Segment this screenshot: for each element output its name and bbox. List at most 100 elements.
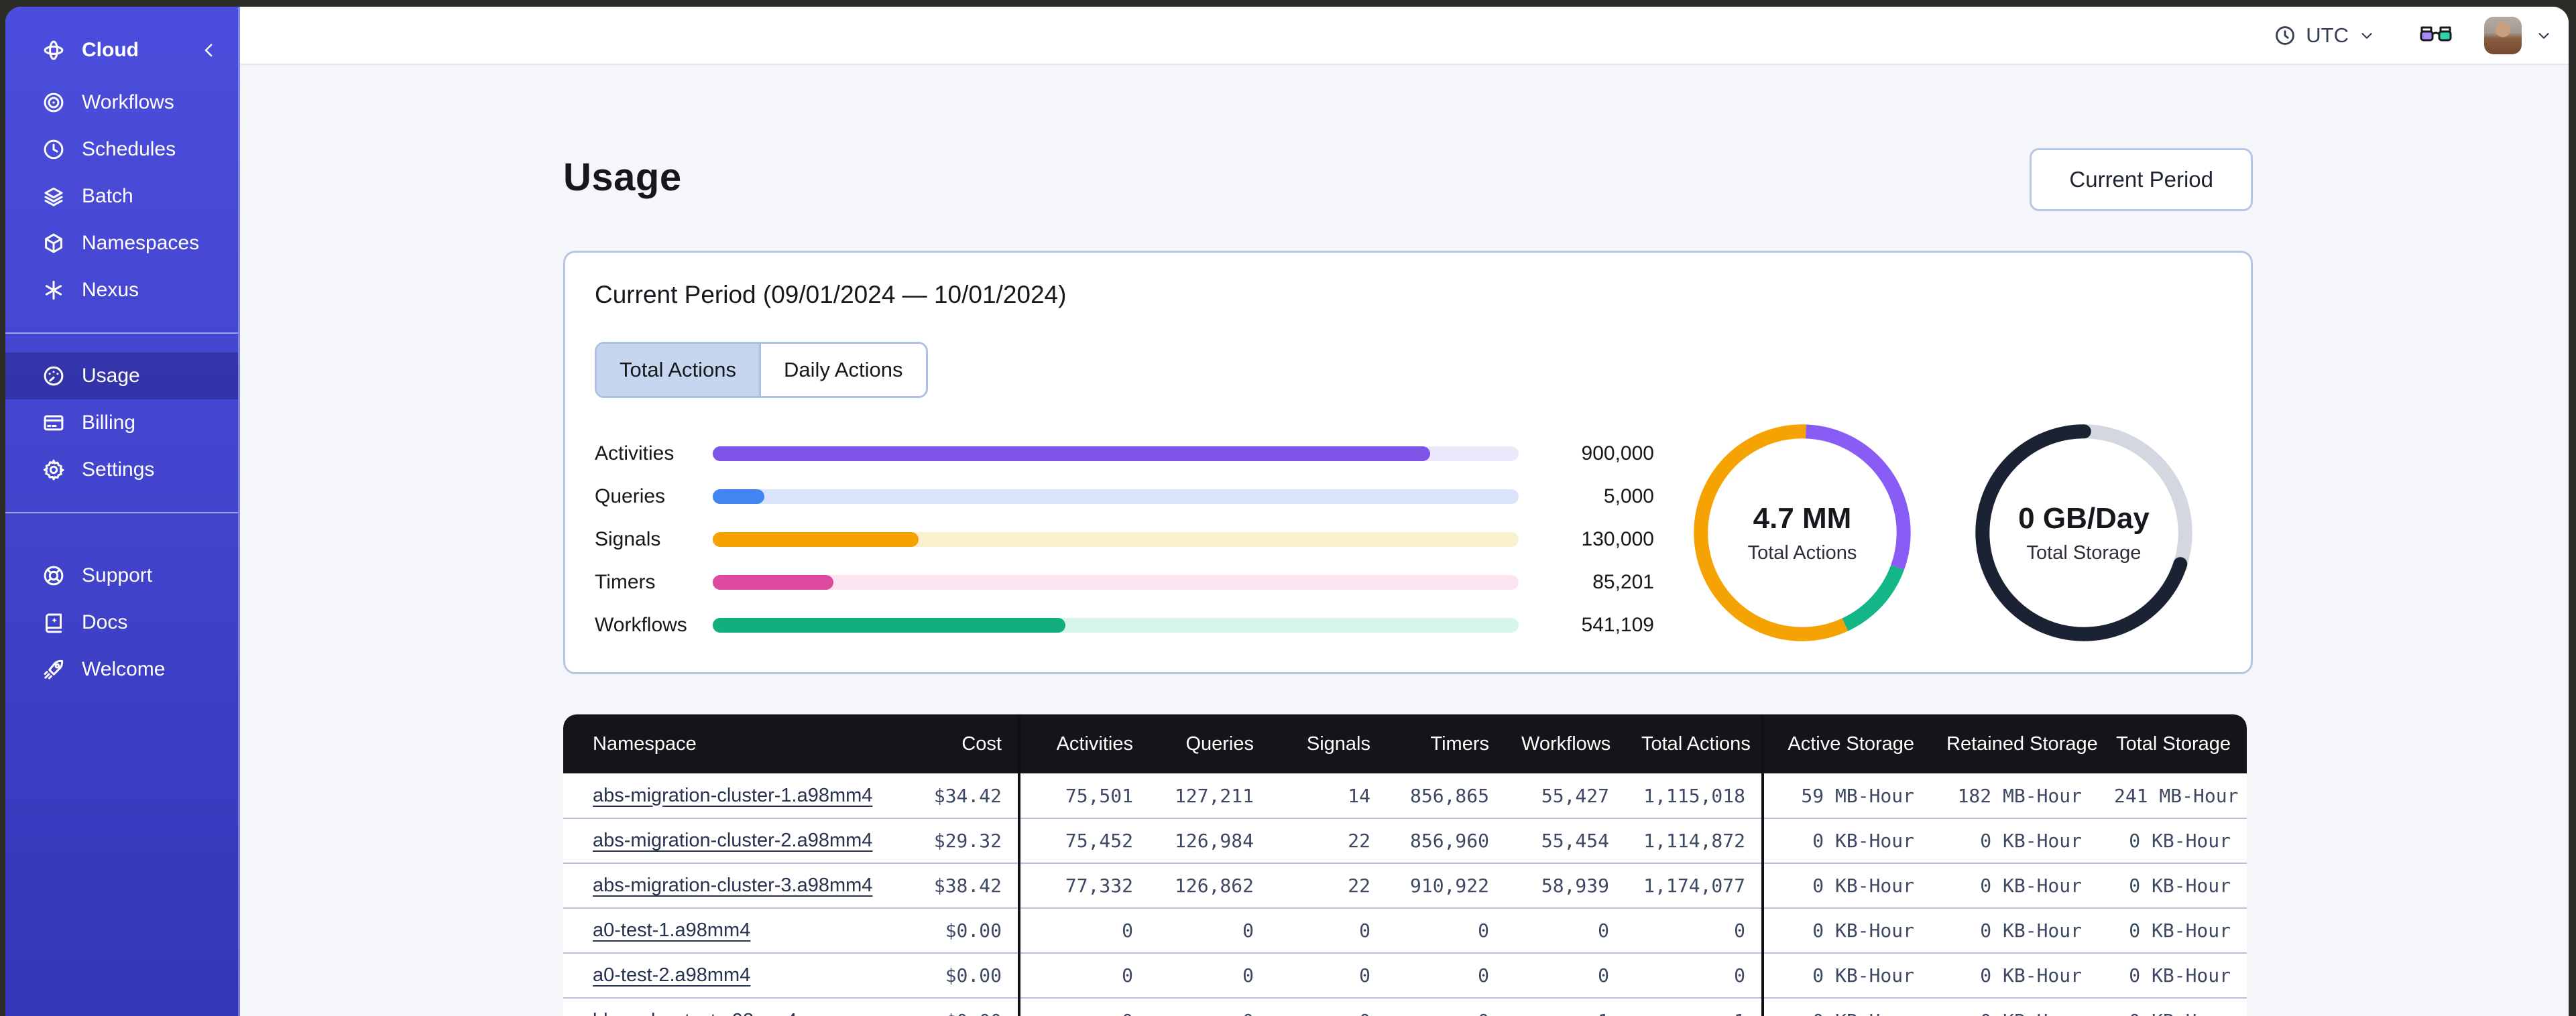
sidebar: Cloud Workflows Schedules Batch Namespaces N…: [5, 7, 240, 1016]
total_actions-cell: 1,114,872: [1625, 818, 1764, 863]
active_storage-cell: 0 KB-Hour: [1763, 952, 1930, 998]
total_actions-cell: 1,115,018: [1625, 773, 1764, 818]
timers-cell: 910,922: [1387, 863, 1505, 908]
timezone-selector[interactable]: UTC: [2274, 23, 2376, 48]
bar-fill: [713, 618, 1066, 633]
sidebar-item-docs[interactable]: Docs: [5, 599, 238, 646]
sidebar-item-welcome[interactable]: Welcome: [5, 646, 238, 693]
bar-track: [713, 618, 1519, 633]
queries-cell: 126,984: [1149, 818, 1270, 863]
column-header-active_storage: Active Storage: [1763, 714, 1930, 773]
tab-daily-actions[interactable]: Daily Actions: [759, 344, 926, 396]
table-row: a0-test-2.a98mm4 $0.00 0 0 0 0 0 0 0 KB-Hour 0 KB…: [563, 952, 2247, 998]
sidebar-item-schedules[interactable]: Schedules: [5, 126, 238, 173]
retained_storage-cell: 182 MB-Hour: [1957, 784, 2082, 807]
activities-cell: 0: [1019, 997, 1149, 1016]
sidebar-item-workflows[interactable]: Workflows: [5, 79, 238, 126]
bar-row-timers: Timers 85,201: [595, 561, 1654, 604]
total_actions-cell: 0: [1625, 907, 1764, 953]
namespace-cell: a0-test-1.a98mm4: [563, 907, 878, 953]
total_actions-cell: 1,174,077: [1625, 863, 1764, 908]
support-icon: [42, 564, 66, 588]
sidebar-item-label: Workflows: [82, 91, 174, 113]
bar-fill: [713, 532, 919, 547]
total-actions-donut: 4.7 MM Total Actions: [1690, 420, 1915, 645]
queries-cell: 0: [1149, 952, 1270, 998]
total_storage-cell: 0 KB-Hour: [2098, 907, 2247, 953]
sidebar-collapse-button[interactable]: [199, 40, 219, 60]
sidebar-item-label: Settings: [82, 458, 155, 481]
glasses-icon[interactable]: [2418, 22, 2453, 49]
user-menu[interactable]: [2484, 16, 2553, 54]
namespace-link[interactable]: abs-migration-cluster-3.a98mm4: [593, 875, 872, 896]
batch-icon: [42, 184, 66, 208]
page-title: Usage: [563, 155, 682, 199]
bar-label: Timers: [595, 571, 656, 593]
sidebar-item-support[interactable]: Support: [5, 552, 238, 599]
avatar[interactable]: [2484, 16, 2522, 54]
donut-label: Total Storage: [2026, 542, 2142, 564]
timers-cell: 856,865: [1409, 784, 1489, 807]
sidebar-item-label: Schedules: [82, 138, 176, 160]
chevron-down-icon: [2535, 27, 2553, 44]
sidebar-brand-cloud[interactable]: Cloud: [5, 27, 238, 74]
namespace-cell: a0-test-2.a98mm4: [563, 952, 878, 998]
bar-value: 541,109: [1581, 614, 1654, 636]
welcome-icon: [42, 657, 66, 682]
namespace-link[interactable]: abs-migration-cluster-1.a98mm4: [593, 785, 872, 806]
queries-cell: 127,211: [1174, 784, 1254, 807]
activities-cell: 0: [1019, 952, 1149, 998]
signals-cell: 0: [1270, 952, 1387, 998]
activities-cell: 0: [1019, 907, 1149, 953]
workflows-cell: 1: [1505, 997, 1625, 1016]
namespace-cell: abs-migration-cluster-2.a98mm4: [563, 818, 878, 863]
sidebar-item-namespaces[interactable]: Namespaces: [5, 220, 238, 267]
bar-fill: [713, 489, 764, 504]
sidebar-item-batch[interactable]: Batch: [5, 173, 238, 220]
donut-value: 0 GB/Day: [2018, 501, 2150, 535]
usage-summary-card: Current Period (09/01/2024 — 10/01/2024)…: [563, 251, 2253, 674]
sidebar-item-label: Support: [82, 564, 153, 586]
retained_storage-cell: 0 KB-Hour: [1930, 818, 2098, 863]
period-dropdown-label: Current Period: [2069, 167, 2213, 192]
sidebar-groups: Workflows Schedules Batch Namespaces Nexus Us…: [5, 79, 238, 693]
namespace-cell: abs-migration-cluster-3.a98mm4: [563, 863, 878, 908]
workflows-cell: 58,939: [1505, 863, 1625, 908]
total_storage-cell: 0 KB-Hour: [2098, 818, 2247, 863]
namespace-link[interactable]: abs-migration-cluster-2.a98mm4: [593, 830, 872, 851]
schedules-icon: [42, 137, 66, 162]
sidebar-item-usage[interactable]: Usage: [5, 353, 238, 399]
bar-row-activities: Activities 900,000: [595, 432, 1654, 475]
main-content: Usage Current Period Current Period (09/…: [240, 66, 2569, 1016]
bar-label: Queries: [595, 485, 666, 507]
activities-cell: 77,332: [1019, 863, 1149, 908]
namespace-link[interactable]: a0-test-2.a98mm4: [593, 964, 750, 986]
retained_storage-cell: 0 KB-Hour: [1930, 952, 2098, 998]
billing-icon: [42, 411, 66, 435]
sidebar-divider: [5, 332, 238, 334]
actions-bar-chart: Activities 900,000 Queries 5,000 Signals 130,…: [595, 432, 1654, 647]
column-header-activities: Activities: [1019, 714, 1149, 773]
bar-row-signals: Signals 130,000: [595, 518, 1654, 561]
sidebar-item-settings[interactable]: Settings: [5, 446, 238, 493]
sidebar-divider: [5, 512, 238, 513]
timers-cell: 856,960: [1387, 818, 1505, 863]
table-row: a0-test-1.a98mm4 $0.00 0 0 0 0 0 0 0 KB-Hour 0 KB…: [563, 907, 2247, 953]
namespace-link[interactable]: bk-worker-test.a98mm4: [593, 1010, 797, 1016]
cost-cell: $34.42: [878, 773, 1020, 818]
table-header-row: Namespace Cost Activities Queries Signals Tim…: [563, 714, 2247, 773]
namespace-link[interactable]: a0-test-1.a98mm4: [593, 919, 750, 941]
active_storage-cell: 0 KB-Hour: [1763, 907, 1930, 953]
period-dropdown-button[interactable]: Current Period: [2030, 148, 2253, 211]
timers-cell: 0: [1387, 997, 1505, 1016]
tab-total-actions[interactable]: Total Actions: [597, 344, 760, 396]
column-header-workflows: Workflows: [1505, 714, 1625, 773]
workflows-icon: [42, 90, 66, 115]
queries-cell: 126,862: [1149, 863, 1270, 908]
table-row: abs-migration-cluster-2.a98mm4 $29.32 75,4…: [563, 818, 2247, 863]
sidebar-item-nexus[interactable]: Nexus: [5, 267, 238, 314]
namespace-cell: bk-worker-test.a98mm4: [563, 997, 878, 1016]
column-header-signals: Signals: [1270, 714, 1387, 773]
sidebar-item-billing[interactable]: Billing: [5, 399, 238, 446]
